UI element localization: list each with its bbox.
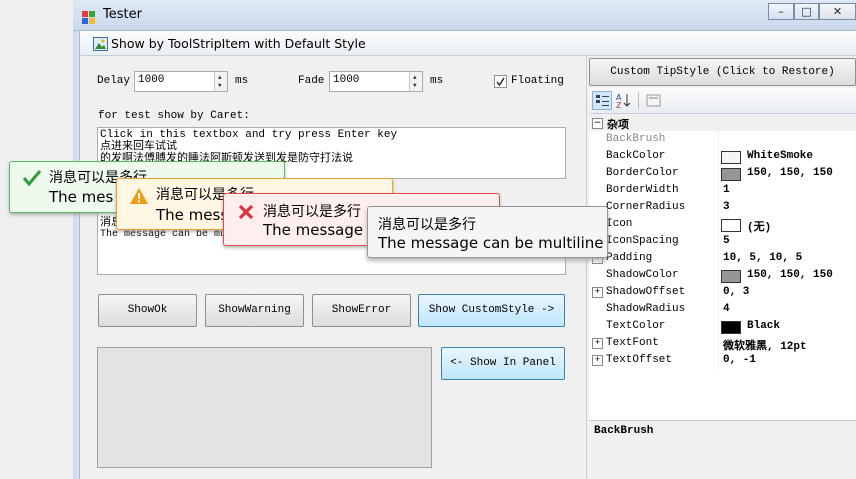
expand-icon[interactable]: + <box>592 338 603 349</box>
property-value[interactable]: WhiteSmoke <box>747 150 813 162</box>
minimize-button[interactable]: – <box>768 3 794 20</box>
sort-az-icon[interactable]: AZ <box>614 91 634 110</box>
property-name: BorderColor <box>606 167 679 179</box>
svg-text:Z: Z <box>616 101 622 110</box>
property-value[interactable]: 0, -1 <box>723 354 756 366</box>
custom-tooltip-line1: 消息可以是多行 <box>378 217 476 233</box>
caret-label: for test show by Caret: <box>98 110 250 122</box>
categorized-view-button[interactable] <box>592 91 612 110</box>
property-pages-icon[interactable] <box>645 92 663 109</box>
color-swatch <box>721 151 741 164</box>
error-icon <box>238 204 254 220</box>
expand-icon[interactable]: + <box>592 287 603 298</box>
property-row[interactable]: IconSpacing 5 <box>589 233 856 250</box>
check-icon <box>22 170 42 187</box>
property-row[interactable]: ShadowColor 150, 150, 150 <box>589 267 856 284</box>
delay-input[interactable]: 1000 ▲ ▼ <box>134 71 228 92</box>
property-row[interactable]: BorderWidth 1 <box>589 182 856 199</box>
property-value[interactable]: 150, 150, 150 <box>747 167 833 179</box>
property-name: BackColor <box>606 150 666 162</box>
property-row[interactable]: CornerRadius 3 <box>589 199 856 216</box>
toolbar-separator <box>638 92 639 109</box>
property-row[interactable]: BackColor WhiteSmoke <box>589 148 856 165</box>
fade-label: Fade <box>298 75 325 87</box>
property-name: TextColor <box>606 320 666 332</box>
fade-unit: ms <box>430 75 444 87</box>
property-name: ShadowRadius <box>606 303 686 315</box>
property-value[interactable]: 10, 5, 10, 5 <box>723 252 802 264</box>
show-error-button[interactable]: ShowError <box>312 294 411 327</box>
property-row[interactable]: + TextFont 微软雅黑, 12pt <box>589 335 856 353</box>
collapse-icon[interactable]: − <box>592 118 603 129</box>
property-value[interactable]: 4 <box>723 303 730 315</box>
title-bar <box>73 0 856 31</box>
error-tooltip-line1: 消息可以是多行 <box>263 204 361 220</box>
property-name: ShadowColor <box>606 269 679 281</box>
show-custom-style-button[interactable]: Show CustomStyle -> <box>418 294 565 327</box>
delay-label: Delay <box>97 75 131 87</box>
delay-unit: ms <box>235 75 249 87</box>
color-swatch <box>721 168 741 181</box>
property-value[interactable]: (无) <box>747 218 771 234</box>
maximize-button[interactable]: □ <box>794 3 819 20</box>
picture-icon <box>93 36 108 51</box>
property-name: Icon <box>606 218 633 230</box>
property-name: BorderWidth <box>606 184 679 196</box>
custom-tipstyle-button[interactable]: Custom TipStyle (Click to Restore) <box>589 58 856 86</box>
property-name: Padding <box>606 252 653 264</box>
custom-tooltip-line2: The message can be multiline <box>378 234 604 252</box>
toolstrip-item-default-style[interactable]: Show by ToolStripItem with Default Style <box>111 36 366 51</box>
property-row[interactable]: Icon (无) <box>589 216 856 234</box>
floating-checkbox[interactable] <box>494 75 507 88</box>
show-in-panel-button[interactable]: <- Show In Panel <box>441 347 565 380</box>
warning-icon <box>130 188 148 204</box>
property-value[interactable]: 3 <box>723 201 730 213</box>
show-ok-button[interactable]: ShowOk <box>98 294 197 327</box>
expand-icon[interactable]: + <box>592 355 603 366</box>
floating-label: Floating <box>511 75 564 87</box>
property-row[interactable]: BorderColor 150, 150, 150 <box>589 165 856 182</box>
property-row[interactable]: + TextOffset 0, -1 <box>589 352 856 369</box>
fade-spinner[interactable]: ▲ ▼ <box>409 72 422 91</box>
property-name: TextOffset <box>606 354 673 366</box>
property-name: ShadowOffset <box>606 286 686 298</box>
description-title: BackBrush <box>594 425 654 437</box>
app-icon <box>82 9 95 24</box>
property-row[interactable]: ShadowRadius 4 <box>589 301 856 318</box>
custom-tooltip: 消息可以是多行 The message can be multiline <box>367 206 608 258</box>
property-row[interactable]: BackBrush <box>589 131 856 148</box>
property-row[interactable]: TextColor Black <box>589 318 856 335</box>
delay-spinner[interactable]: ▲ ▼ <box>214 72 227 91</box>
property-value[interactable]: 5 <box>723 235 730 247</box>
property-row[interactable]: + ShadowOffset 0, 3 <box>589 284 856 301</box>
property-value[interactable]: 1 <box>723 184 730 196</box>
category-row[interactable]: − 杂项 <box>589 114 856 131</box>
ok-tooltip-line2: The mes <box>49 188 114 206</box>
property-value[interactable]: 150, 150, 150 <box>747 269 833 281</box>
category-label: 杂项 <box>607 118 629 131</box>
property-name: TextFont <box>606 337 659 349</box>
property-value[interactable]: 0, 3 <box>723 286 749 298</box>
show-warning-button[interactable]: ShowWarning <box>205 294 304 327</box>
property-row[interactable]: + Padding 10, 5, 10, 5 <box>589 250 856 267</box>
color-swatch <box>721 270 741 283</box>
property-name: IconSpacing <box>606 235 679 247</box>
fade-input[interactable]: 1000 ▲ ▼ <box>329 71 423 92</box>
property-name: CornerRadius <box>606 201 686 213</box>
property-value[interactable]: Black <box>747 320 780 332</box>
error-tooltip-line2: The message <box>263 221 364 239</box>
window-title: Tester <box>103 7 142 22</box>
color-swatch <box>721 321 741 334</box>
property-name: BackBrush <box>606 133 666 145</box>
tip-panel <box>97 347 432 468</box>
window-border <box>73 0 80 479</box>
color-swatch <box>721 219 741 232</box>
close-button[interactable]: ✕ <box>819 3 856 20</box>
property-value[interactable]: 微软雅黑, 12pt <box>723 337 807 353</box>
warning-tooltip-line2: The mess <box>156 206 229 224</box>
